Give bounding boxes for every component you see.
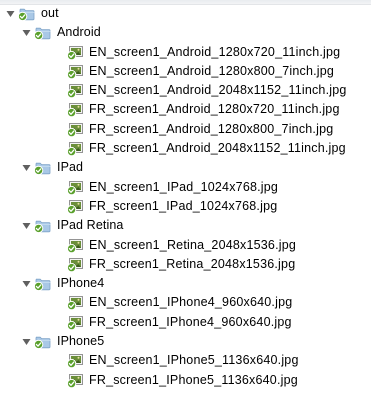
tree-row-file[interactable]: FR_screen1_IPhone5_1136x640.jpg <box>0 371 371 390</box>
tree-row-folder-ipad-retina[interactable]: IPad Retina <box>0 216 371 235</box>
file-label: FR_screen1_IPad_1024x768.jpg <box>89 198 278 213</box>
file-label: EN_screen1_Android_2048x1152_11inch.jpg <box>89 83 347 98</box>
file-label: FR_screen1_Android_2048x1152_11inch.jpg <box>89 141 346 156</box>
disclosure-triangle-expanded-icon[interactable] <box>20 216 32 235</box>
tree-row-file[interactable]: EN_screen1_IPhone5_1136x640.jpg <box>0 351 371 370</box>
disclosure-triangle-expanded-icon[interactable] <box>20 158 32 177</box>
folder-synced-icon <box>33 334 52 350</box>
folder-label: IPad Retina <box>57 218 124 233</box>
jpg-image-synced-icon <box>66 238 84 253</box>
jpg-image-synced-icon <box>66 199 84 215</box>
file-label: EN_screen1_Android_1280x720_11inch.jpg <box>89 44 341 59</box>
folder-label: out <box>41 6 59 20</box>
disclosure-triangle-expanded-icon[interactable] <box>20 23 32 42</box>
jpg-image-synced-icon <box>66 257 84 273</box>
jpg-image-synced-icon <box>66 83 84 99</box>
tree-row-folder-ipad[interactable]: IPad <box>0 158 371 177</box>
folder-label: Android <box>57 25 101 40</box>
folder-synced-icon <box>33 25 52 41</box>
jpg-image-synced-icon <box>66 373 84 388</box>
file-label: FR_screen1_IPhone4_960x640.jpg <box>89 314 292 329</box>
tree-row-file[interactable]: FR_screen1_IPhone4_960x640.jpg <box>0 313 371 332</box>
tree-row-file[interactable]: EN_screen1_Android_1280x800_7inch.jpg <box>0 62 371 81</box>
folder-label: IPhone4 <box>57 276 105 291</box>
tree-row-file[interactable]: FR_screen1_Android_1280x800_7inch.jpg <box>0 120 371 139</box>
file-label: FR_screen1_Retina_2048x1536.jpg <box>89 256 296 271</box>
tree-row-file[interactable]: EN_screen1_Retina_2048x1536.jpg <box>0 236 371 255</box>
folder-label: IPhone5 <box>57 334 105 349</box>
file-label: FR_screen1_Android_1280x720_11inch.jpg <box>89 102 340 117</box>
tree-row-folder-iphone4[interactable]: IPhone4 <box>0 274 371 293</box>
tree-row-file[interactable]: EN_screen1_Android_1280x720_11inch.jpg <box>0 43 371 62</box>
folder-synced-icon <box>33 276 52 292</box>
file-label: EN_screen1_IPad_1024x768.jpg <box>89 179 279 194</box>
file-label: EN_screen1_Android_1280x800_7inch.jpg <box>89 63 335 78</box>
folder-synced-icon <box>33 218 52 234</box>
disclosure-triangle-expanded-icon[interactable] <box>20 332 32 351</box>
file-label: EN_screen1_IPhone4_960x640.jpg <box>89 295 293 310</box>
jpg-image-synced-icon <box>66 141 84 157</box>
tree-row-folder-iphone5[interactable]: IPhone5 <box>0 332 371 351</box>
file-tree: out Android EN_screen1_Android_1280x720_… <box>0 4 371 390</box>
disclosure-triangle-expanded-icon[interactable] <box>4 4 16 23</box>
jpg-image-synced-icon <box>66 353 84 369</box>
tree-row-file[interactable]: FR_screen1_Android_1280x720_11inch.jpg <box>0 100 371 119</box>
jpg-image-synced-icon <box>66 122 84 138</box>
folder-label: IPad <box>57 160 84 175</box>
tree-row-file[interactable]: FR_screen1_IPad_1024x768.jpg <box>0 197 371 216</box>
tree-row-file[interactable]: FR_screen1_Retina_2048x1536.jpg <box>0 255 371 274</box>
jpg-image-synced-icon <box>66 102 84 118</box>
folder-synced-icon <box>33 160 52 176</box>
jpg-image-synced-icon <box>66 315 84 331</box>
jpg-image-synced-icon <box>66 295 84 311</box>
disclosure-triangle-expanded-icon[interactable] <box>20 274 32 293</box>
file-label: EN_screen1_IPhone5_1136x640.jpg <box>89 353 299 368</box>
tree-row-file[interactable]: EN_screen1_Android_2048x1152_11inch.jpg <box>0 81 371 100</box>
jpg-image-synced-icon <box>66 45 84 60</box>
tree-row-file[interactable]: FR_screen1_Android_2048x1152_11inch.jpg <box>0 139 371 158</box>
jpg-image-synced-icon <box>66 180 84 195</box>
folder-synced-icon <box>17 6 36 22</box>
jpg-image-synced-icon <box>66 64 84 80</box>
file-label: FR_screen1_Android_1280x800_7inch.jpg <box>89 121 334 136</box>
tree-row-folder-android[interactable]: Android <box>0 23 371 42</box>
tree-row-file[interactable]: EN_screen1_IPhone4_960x640.jpg <box>0 293 371 312</box>
tree-row-folder-out[interactable]: out <box>0 4 371 23</box>
file-label: FR_screen1_IPhone5_1136x640.jpg <box>89 372 298 387</box>
file-label: EN_screen1_Retina_2048x1536.jpg <box>89 237 297 252</box>
tree-row-file[interactable]: EN_screen1_IPad_1024x768.jpg <box>0 178 371 197</box>
